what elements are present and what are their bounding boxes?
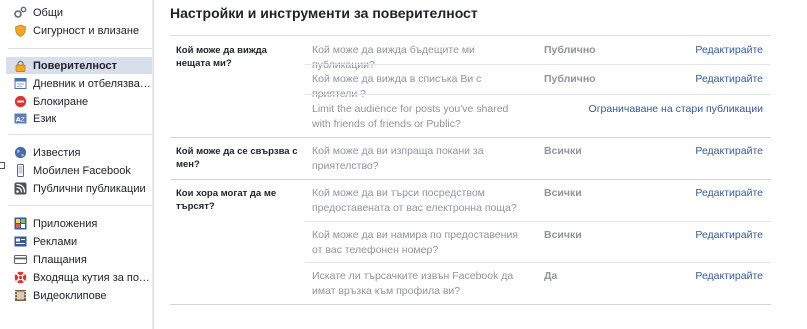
language-icon: AZ: [14, 112, 27, 125]
setting-question: Limit the audience for posts you've shar…: [312, 103, 509, 130]
shield-icon: [14, 24, 27, 37]
section-label-who-can-contact: Кой може да се свързва с мен?: [176, 146, 298, 170]
sidebar-item-timeline[interactable]: Дневник и отбелязвания: [8, 75, 152, 92]
gears-icon: [14, 6, 27, 19]
settings-sidebar: Общи Сигурност и влизане Поверителност Д…: [0, 0, 152, 329]
setting-question: Кой може да ви изпраща покани за приятел…: [312, 145, 484, 172]
sidebar-item-privacy[interactable]: Поверителност: [6, 57, 152, 74]
payments-icon: [14, 253, 27, 266]
section-divider: [170, 137, 771, 138]
sidebar-item-label: Приложения: [33, 217, 98, 230]
sidebar-item-mobile[interactable]: Мобилен Facebook: [8, 162, 152, 179]
setting-question: Кой може да вижда бъдещите ми публикации…: [312, 44, 475, 71]
sidebar-item-label: Мобилен Facebook: [33, 164, 131, 177]
sidebar-item-notifications[interactable]: Известия: [8, 144, 152, 161]
privacy-settings-panel: Настройки и инструменти за поверителност…: [153, 0, 807, 329]
setting-value: Всички: [544, 145, 582, 157]
title-divider: [170, 35, 771, 36]
section-divider: [170, 179, 771, 180]
block-icon: [14, 95, 27, 108]
sidebar-item-label: Входяща кутия за подд...: [33, 271, 152, 284]
section-label-who-can-look-me-up: Кои хора могат да ме търсят?: [176, 188, 277, 212]
row-divider: [305, 94, 771, 95]
sidebar-item-general[interactable]: Общи: [8, 4, 152, 21]
timeline-icon: [14, 77, 27, 90]
sidebar-item-label: Реклами: [33, 235, 78, 248]
sidebar-item-apps[interactable]: Приложения: [8, 215, 152, 232]
sidebar-divider: [8, 205, 152, 206]
sidebar-item-label: Общи: [33, 6, 64, 19]
sidebar-item-label: Плащания: [33, 253, 87, 266]
sidebar-divider: [8, 48, 152, 49]
setting-question: Кой може да вижда в списъка Ви с приятел…: [312, 73, 482, 100]
edit-link[interactable]: Редактирайте: [695, 269, 763, 284]
sidebar-item-language[interactable]: AZ Език: [8, 110, 152, 127]
row-divider: [305, 64, 771, 65]
sidebar-item-label: Блокиране: [33, 95, 89, 108]
setting-value: Публично: [544, 44, 596, 56]
globe-icon: [14, 146, 27, 159]
limit-past-posts-link[interactable]: Ограничаване на стари публикации: [589, 102, 763, 117]
edit-link[interactable]: Редактирайте: [695, 144, 763, 159]
ads-icon: [14, 235, 27, 248]
edit-link[interactable]: Редактирайте: [695, 228, 763, 243]
support-icon: [14, 271, 27, 284]
section-label-who-can-see: Кой може да вижда нещата ми?: [176, 45, 267, 69]
sidebar-item-label: Публични публикации: [33, 182, 146, 195]
sidebar-item-label: Видеоклипове: [33, 289, 107, 302]
sidebar-item-videos[interactable]: Видеоклипове: [8, 287, 152, 304]
rss-icon: [14, 182, 27, 195]
sidebar-item-security[interactable]: Сигурност и влизане: [8, 22, 152, 39]
row-divider: [305, 221, 771, 222]
svg-text:Z: Z: [21, 117, 25, 124]
lock-icon: [14, 59, 27, 72]
setting-value: Да: [544, 270, 558, 282]
sidebar-item-ads[interactable]: Реклами: [8, 233, 152, 250]
sidebar-item-label: Език: [33, 112, 57, 125]
mobile-icon: [14, 164, 27, 177]
sidebar-divider: [8, 134, 152, 135]
setting-value: Всички: [544, 229, 582, 241]
setting-value: Публично: [544, 73, 596, 85]
row-divider: [305, 262, 771, 263]
sidebar-item-label: Сигурност и влизане: [33, 24, 140, 37]
setting-question: Искате ли търсачките извън Facebook да и…: [312, 270, 514, 297]
window-edge-marker: [0, 162, 5, 169]
sidebar-item-label: Известия: [33, 146, 81, 159]
sidebar-item-support-inbox[interactable]: Входяща кутия за подд...: [8, 269, 152, 286]
sidebar-item-payments[interactable]: Плащания: [8, 251, 152, 268]
edit-link[interactable]: Редактирайте: [695, 72, 763, 87]
apps-icon: [14, 217, 27, 230]
setting-value: Всички: [544, 187, 582, 199]
sidebar-item-blocking[interactable]: Блокиране: [8, 93, 152, 110]
section-divider: [170, 304, 771, 305]
sidebar-item-public-posts[interactable]: Публични публикации: [8, 180, 152, 197]
edit-link[interactable]: Редактирайте: [695, 186, 763, 201]
sidebar-item-label: Дневник и отбелязвания: [33, 77, 152, 90]
setting-question: Кой може да ви търси посредством предост…: [312, 187, 517, 214]
setting-question: Кой може да ви намира по предоставения о…: [312, 229, 518, 256]
page-title: Настройки и инструменти за поверителност: [170, 5, 478, 21]
sidebar-item-label: Поверителност: [33, 59, 118, 72]
edit-link[interactable]: Редактирайте: [695, 43, 763, 58]
video-icon: [14, 289, 27, 302]
